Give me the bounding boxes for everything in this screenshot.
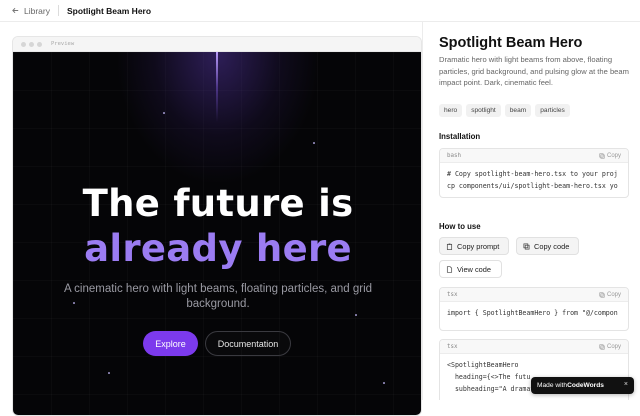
badge-brand: CodeWords [567, 382, 604, 389]
window-dot [29, 41, 34, 47]
divider [57, 5, 59, 16]
component-description: Dramatic hero with light beams from abov… [439, 55, 629, 87]
made-with-badge[interactable]: Made with CodeWords × [531, 377, 634, 394]
window-dot [37, 41, 42, 47]
details-panel: Spotlight Beam Hero Dramatic hero with l… [422, 22, 640, 400]
page-title: Spotlight Beam Hero [66, 5, 152, 16]
arrow-left-icon [12, 7, 19, 14]
preview-pane: Preview The future is already here A cin… [0, 22, 422, 416]
tag[interactable]: particles [535, 104, 570, 117]
badge-prefix: Made with [537, 382, 568, 389]
code-line: # Copy spotlight-beam-hero.tsx to your p… [447, 170, 618, 178]
particle [108, 372, 110, 374]
code-header: tsx Copy [440, 340, 628, 354]
code-language: tsx [447, 291, 458, 298]
beam-glow [118, 52, 318, 182]
copy-prompt-button[interactable]: Copy prompt [439, 237, 509, 255]
particle [163, 112, 165, 114]
preview-titlebar: Preview [13, 37, 421, 52]
tag[interactable]: spotlight [466, 104, 501, 117]
particle [383, 382, 385, 384]
copy-label: Copy [606, 152, 621, 159]
light-beam [216, 52, 218, 122]
preview-label: Preview [51, 41, 75, 47]
how-to-use-heading: How to use [439, 222, 481, 231]
code-line: cp components/ui/spotlight-beam-hero.tsx… [447, 182, 618, 190]
hero-heading-line2: already here [84, 227, 352, 270]
explore-button[interactable]: Explore [143, 331, 198, 356]
copy-button[interactable]: Copy [599, 153, 621, 159]
hero-heading-line1: The future is [82, 182, 354, 225]
code-body: # Copy spotlight-beam-hero.tsx to your p… [440, 163, 628, 197]
particle [313, 142, 315, 144]
copy-label: Copy [606, 343, 621, 350]
code-line: import { SpotlightBeamHero } from "@/com… [447, 309, 618, 317]
copy-code-button[interactable]: Copy code [516, 237, 579, 255]
close-icon[interactable]: × [624, 381, 628, 388]
window-dot [21, 41, 26, 47]
view-code-button[interactable]: View code [439, 260, 502, 278]
tag[interactable]: hero [439, 104, 463, 117]
copy-button[interactable]: Copy [599, 344, 621, 350]
particle [355, 314, 357, 316]
copy-icon [523, 243, 530, 249]
import-code-block: tsx Copy import { SpotlightBeamHero } fr… [439, 287, 629, 331]
code-language: bash [447, 152, 461, 159]
code-line: <SpotlightBeamHero [447, 361, 519, 369]
copy-button[interactable]: Copy [599, 292, 621, 298]
tag[interactable]: beam [504, 104, 532, 117]
top-bar: Library Spotlight Beam Hero [0, 0, 640, 22]
copy-prompt-label: Copy prompt [457, 241, 500, 251]
copy-code-label: Copy code [534, 241, 570, 251]
tag-list: hero spotlight beam particles [439, 104, 570, 117]
copy-label: Copy [606, 291, 621, 298]
back-link[interactable]: Library [11, 6, 50, 16]
hero-subheading: A cinematic hero with light beams, float… [63, 283, 373, 310]
preview-window: Preview The future is already here A cin… [12, 36, 422, 416]
clipboard-icon [446, 243, 453, 250]
hero-stage: The future is already here A cinematic h… [13, 52, 421, 415]
copy-icon [599, 152, 605, 159]
installation-heading: Installation [439, 132, 481, 141]
documentation-button[interactable]: Documentation [205, 331, 291, 356]
code-language: tsx [447, 343, 458, 350]
back-link-label: Library [24, 5, 50, 16]
code-body: import { SpotlightBeamHero } from "@/com… [440, 302, 628, 324]
code-header: bash Copy [440, 149, 628, 163]
code-header: tsx Copy [440, 288, 628, 302]
copy-icon [599, 343, 605, 350]
component-title: Spotlight Beam Hero [439, 35, 583, 51]
install-code-block: bash Copy # Copy spotlight-beam-hero.tsx… [439, 148, 629, 198]
view-code-label: View code [457, 264, 491, 274]
file-icon [446, 265, 453, 273]
copy-icon [599, 291, 605, 298]
